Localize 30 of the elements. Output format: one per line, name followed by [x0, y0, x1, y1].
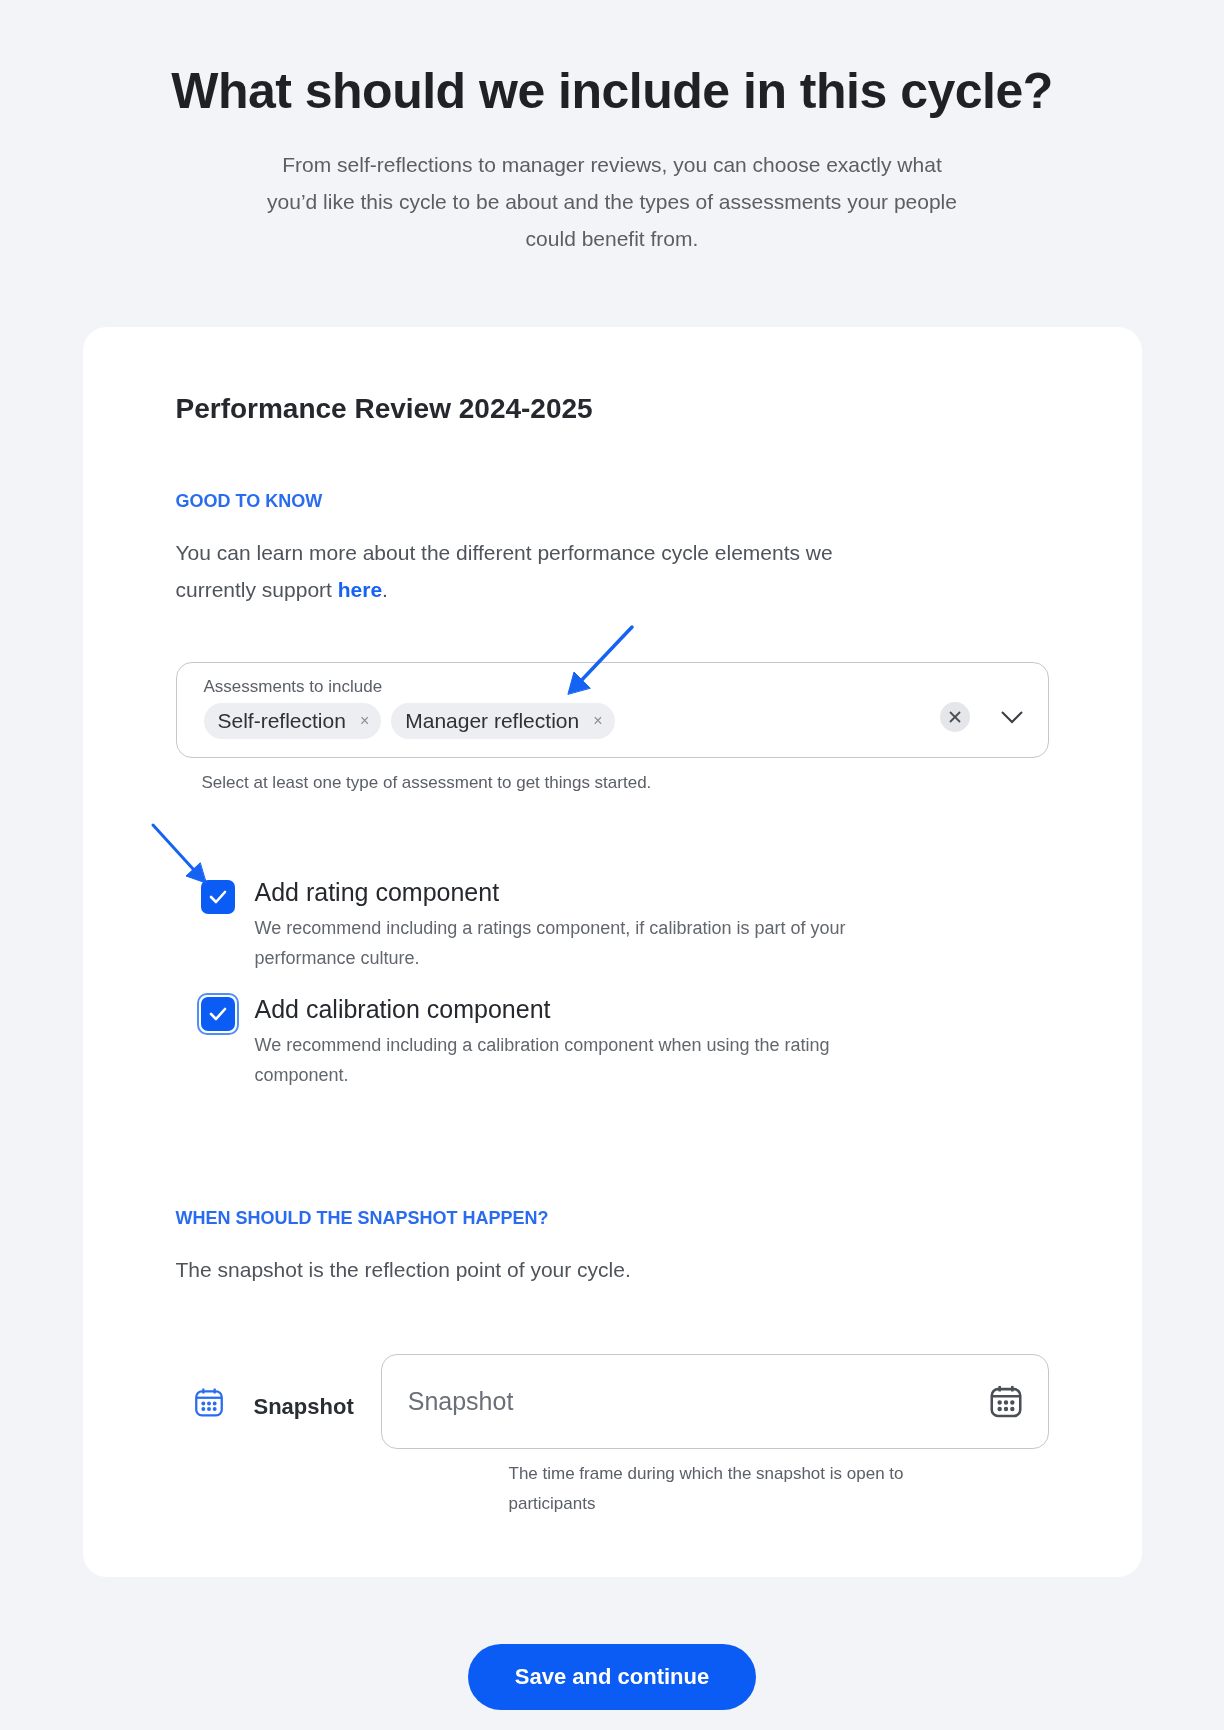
chip-label: Manager reflection: [405, 709, 580, 733]
helper-text: The time frame during which the snapshot is open to participants: [508, 1463, 905, 1515]
check-icon: [208, 1007, 227, 1021]
here-link[interactable]: here: [337, 578, 383, 601]
option-description: We recommend including a ratings component, if calibration is part of your performance culture.: [254, 917, 847, 970]
snapshot-label: Snapshot: [253, 1393, 354, 1420]
info-text: You can learn more about the different performance cycle elements we currently support here.: [175, 540, 834, 603]
option-description: We recommend including a calibration component when using the rating component.: [254, 1034, 831, 1087]
snapshot-field[interactable]: Snapshot: [380, 1354, 1049, 1449]
select-label: Assessments to include: [203, 677, 384, 697]
remove-chip-button[interactable]: ×: [593, 712, 603, 730]
snapshot-text: The snapshot is the reflection point of your cycle.: [175, 1257, 632, 1283]
page-title: What should we include in this cycle?: [171, 62, 1053, 120]
clear-button[interactable]: [939, 702, 970, 732]
intro-text: From self-reflections to manager reviews, you can choose exactly what you’d like this cycle to be about and the types of assessments your people could benefit from.: [266, 152, 958, 252]
option-label: Add calibration component: [254, 995, 552, 1024]
close-icon: [948, 711, 961, 723]
chip-label: Self-reflection: [217, 709, 346, 733]
section-heading: GOOD TO KNOW: [175, 491, 324, 512]
section-heading: WHEN SHOULD THE SNAPSHOT HAPPEN?: [175, 1208, 550, 1229]
remove-chip-button[interactable]: ×: [359, 712, 370, 730]
check-icon: [208, 890, 227, 904]
option-label: Add rating component: [254, 878, 501, 907]
pointer-arrow: [150, 822, 210, 886]
chevron-down-icon[interactable]: [999, 710, 1024, 724]
card-title: Performance Review 2024-2025: [175, 393, 594, 425]
helper-text: Select at least one type of assessment to get things started.: [201, 772, 653, 794]
assessments-select[interactable]: Assessments to include Self-reflection × Manager reflection ×: [175, 662, 1049, 758]
save-continue-button[interactable]: Save and continue: [468, 1644, 756, 1710]
checkbox[interactable]: [200, 880, 235, 914]
